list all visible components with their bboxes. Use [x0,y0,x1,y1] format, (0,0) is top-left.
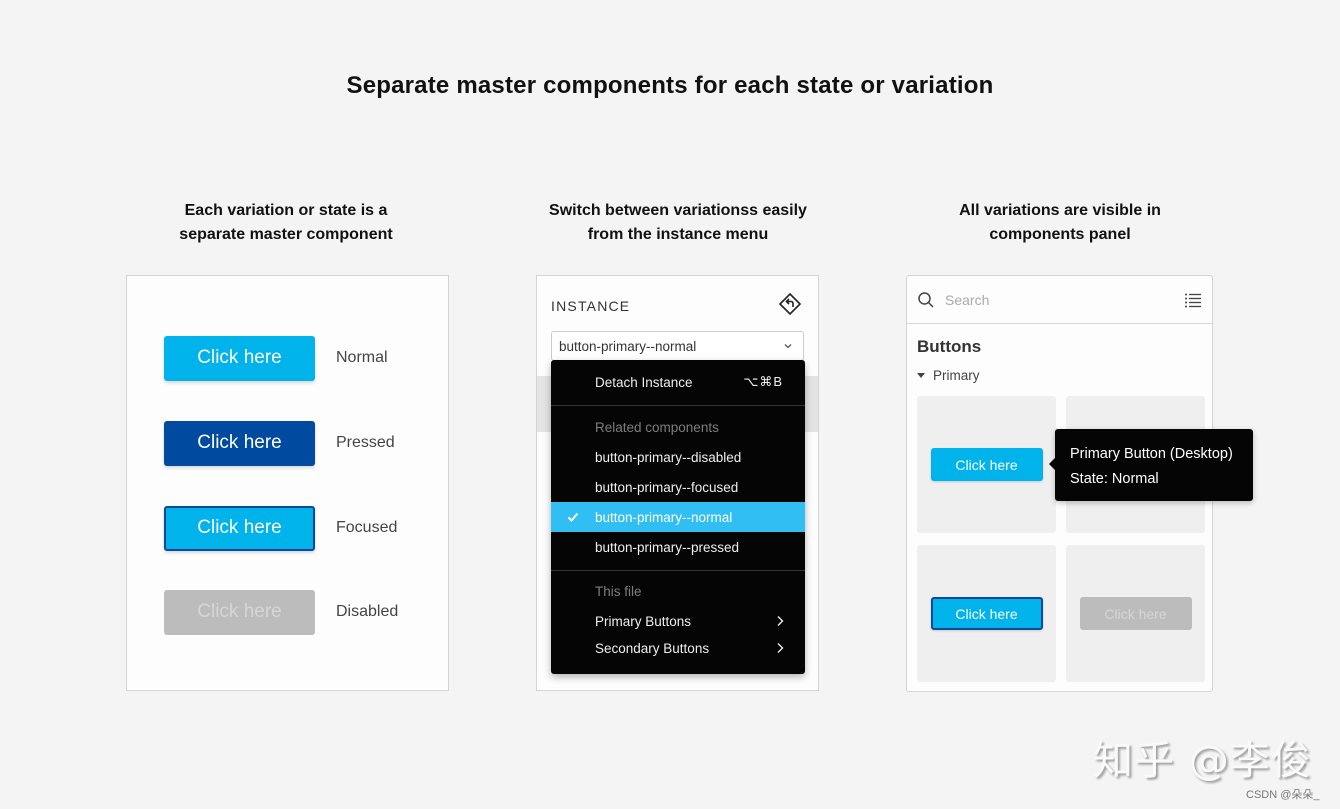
button-focused[interactable]: Click here [164,505,315,551]
state-label: Focused [336,519,398,536]
menu-divider [551,570,805,571]
menu-item-primary-buttons[interactable]: Primary Buttons [551,606,805,636]
instance-reset-icon[interactable] [778,292,802,316]
button-disabled: Click here [164,589,315,635]
heading-line: Each variation or state is a [184,202,388,219]
tooltip-title: Primary Button (Desktop) [1070,446,1233,462]
menu-shortcut: ⌥⌘B [743,374,783,389]
group-label: Primary [933,368,980,383]
instance-select-value: button-primary--normal [559,338,697,354]
state-label: Pressed [336,434,395,451]
instance-label: INSTANCE [551,298,631,314]
search-input[interactable] [945,289,1165,311]
instance-panel: INSTANCE button-primary--normal Detach I… [536,275,819,691]
heading-line: separate master component [179,226,393,243]
component-tile[interactable]: Click here [917,396,1056,533]
menu-header-related: Related components [595,419,719,435]
tooltip-state: State: Normal [1070,471,1159,487]
menu-item-label: Secondary Buttons [595,640,710,656]
heading-line: from the instance menu [587,226,769,243]
state-row-focused: Click here Focused [164,505,424,551]
button-pressed[interactable]: Click here [164,420,315,466]
state-label: Disabled [336,603,399,620]
menu-item-label: Primary Buttons [595,613,692,629]
column-heading-states: Each variation or state is a separate ma… [121,199,451,247]
heading-line: Switch between variationss easily [549,202,807,219]
instance-menu: Detach Instance ⌥⌘B Related components b… [551,360,805,674]
states-panel: Click here Normal Click here Pressed Cli… [126,275,449,691]
tooltip-arrow [1049,458,1055,470]
menu-item-secondary-buttons[interactable]: Secondary Buttons [551,633,805,663]
menu-item-label: button-primary--disabled [595,449,742,465]
caret-down-icon [917,372,925,378]
column-heading-instance: Switch between variationss easily from t… [513,199,843,247]
menu-item-label: button-primary--focused [595,479,739,495]
section-title: Buttons [917,337,982,356]
state-row-normal: Click here Normal [164,335,424,381]
chevron-right-icon [777,616,784,626]
state-label: Normal [336,349,388,366]
page-title: Separate master components for each stat… [346,72,994,99]
menu-divider [551,405,805,406]
checkmark-icon [567,512,579,522]
tile-button-normal: Click here [930,448,1043,481]
state-row-disabled: Click here Disabled [164,589,424,635]
menu-item-label: button-primary--normal [595,509,733,525]
tile-button-disabled: Click here [1079,597,1192,630]
group-toggle-primary[interactable]: Primary [917,368,980,383]
menu-item-related[interactable]: button-primary--focused [551,472,805,502]
menu-item-detach-instance[interactable]: Detach Instance ⌥⌘B [551,367,805,397]
menu-header-this-file: This file [595,583,642,599]
instance-select[interactable]: button-primary--normal [551,331,804,361]
search-icon [918,292,934,308]
column-heading-components: All variations are visible in components… [895,199,1225,247]
menu-item-related-selected[interactable]: button-primary--normal [551,502,805,532]
chevron-right-icon [777,643,784,653]
search-bar [907,276,1212,324]
component-tile[interactable]: Click here [917,545,1056,682]
menu-item-label: button-primary--pressed [595,539,740,555]
component-tooltip: Primary Button (Desktop) State: Normal [1049,429,1253,501]
chevron-down-icon [784,344,792,349]
menu-item-related[interactable]: button-primary--pressed [551,532,805,562]
state-row-pressed: Click here Pressed [164,420,424,466]
list-view-icon[interactable] [1184,292,1202,308]
component-tile[interactable]: Click here [1066,545,1205,682]
heading-line: All variations are visible in [959,202,1161,219]
menu-item-related[interactable]: button-primary--disabled [551,442,805,472]
watermark: 知乎 @李俊 [1093,738,1312,784]
credit: CSDN @朵朵_ [1246,789,1320,801]
button-normal[interactable]: Click here [164,335,315,381]
heading-line: components panel [989,226,1131,243]
menu-item-label: Detach Instance [595,374,693,390]
tile-button-focused: Click here [930,597,1043,630]
